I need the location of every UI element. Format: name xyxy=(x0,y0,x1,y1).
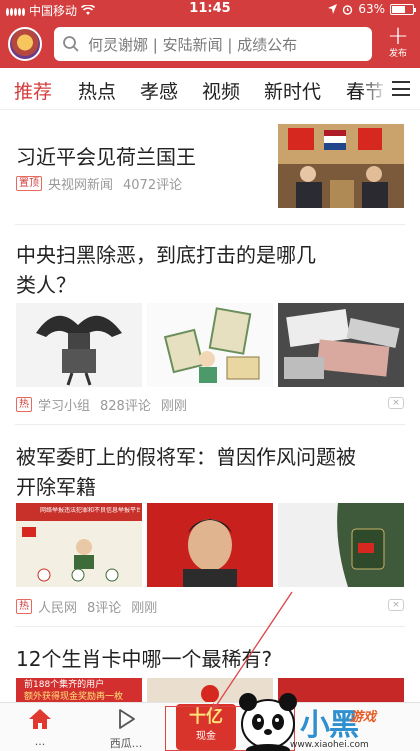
article-thumbnail[interactable] xyxy=(147,503,273,587)
menu-icon[interactable] xyxy=(392,81,410,96)
article-thumbnail[interactable] xyxy=(278,503,404,587)
article-source: 央视网新闻 xyxy=(48,178,114,193)
header: 何灵谢娜 | 安陆新闻 | 成绩公布 + 发布 xyxy=(0,20,420,68)
tab-recommend[interactable]: 推荐 xyxy=(14,77,52,104)
search-input[interactable]: 何灵谢娜 | 安陆新闻 | 成绩公布 xyxy=(54,27,372,61)
thumbnail-banner-text: 网络举报违法犯罪和不良信息举报平台 xyxy=(40,507,140,514)
divider xyxy=(15,424,405,425)
article-title[interactable]: 习近平会见荷兰国王 xyxy=(16,142,196,172)
home-icon xyxy=(29,709,51,729)
nav-video[interactable]: 西瓜... xyxy=(98,708,154,751)
avatar[interactable] xyxy=(8,27,42,61)
watermark-subtitle: 游戏 xyxy=(350,710,377,725)
article-thumbnail[interactable] xyxy=(16,303,142,387)
article-time: 刚刚 xyxy=(131,601,158,616)
article-meta: 热 人民网 8评论 刚刚 xyxy=(16,597,167,616)
hot-badge: 热 xyxy=(16,397,32,412)
channel-tabs: 推荐 热点 孝感 视频 新时代 春节 xyxy=(0,68,420,110)
tab-xiaogan[interactable]: 孝感 xyxy=(140,77,178,104)
dismiss-button[interactable]: × xyxy=(388,599,404,611)
article-title-line: 被军委盯上的假将军：曾因作风问题被 xyxy=(16,445,356,469)
article-source: 人民网 xyxy=(38,601,78,616)
ad-thumbnail[interactable]: 前188个集齐的用户 额外获得现金奖励再一枚 xyxy=(16,678,142,704)
tab-hot[interactable]: 热点 xyxy=(78,77,116,104)
tabs-fade xyxy=(360,68,388,109)
nav-home[interactable]: ... xyxy=(22,708,58,748)
article-title-line: 开除军籍 xyxy=(16,475,96,499)
plus-icon: + xyxy=(387,21,409,51)
battery-icon xyxy=(390,3,416,15)
hot-badge: 热 xyxy=(16,599,32,614)
article-title[interactable]: 被军委盯上的假将军：曾因作风问题被 开除军籍 xyxy=(16,442,356,502)
article-title-line: 类人？ xyxy=(16,273,76,297)
article-source: 学习小组 xyxy=(38,399,91,414)
location-icon xyxy=(328,4,338,14)
article-meta: 置顶 央视网新闻 4072评论 xyxy=(16,174,192,193)
alarm-icon xyxy=(343,4,353,15)
article-title-line: 中央扫黑除恶，到底打击的是哪几 xyxy=(16,243,316,267)
nav-video-label: 西瓜... xyxy=(109,737,143,750)
article-thumbnail[interactable] xyxy=(147,303,273,387)
article-thumbnail[interactable] xyxy=(278,303,404,387)
article-thumbnail[interactable]: 网络举报违法犯罪和不良信息举报平台 xyxy=(16,503,142,587)
nav-home-label: ... xyxy=(34,735,46,748)
dismiss-button[interactable]: × xyxy=(388,397,404,409)
article-comments: 4072评论 xyxy=(123,178,183,193)
watermark-url: www.xiaohei.com xyxy=(290,740,369,750)
tab-video[interactable]: 视频 xyxy=(202,77,240,104)
tab-new-era[interactable]: 新时代 xyxy=(264,77,321,104)
ad-text: 前188个集齐的用户 xyxy=(24,680,105,690)
article-thumbnail[interactable] xyxy=(278,124,404,208)
divider xyxy=(15,224,405,225)
play-icon xyxy=(119,709,135,729)
battery-percent: 63% xyxy=(358,2,385,16)
search-placeholder: 何灵谢娜 | 安陆新闻 | 成绩公布 xyxy=(88,35,298,54)
article-title[interactable]: 12个生肖卡中哪一个最稀有? xyxy=(16,644,272,674)
status-bar: 中国移动 11:45 63% xyxy=(0,0,420,20)
publish-button[interactable]: + 发布 xyxy=(382,21,414,60)
article-comments: 8评论 xyxy=(87,601,122,616)
article-comments: 828评论 xyxy=(100,399,151,414)
search-icon xyxy=(63,36,79,52)
article-title[interactable]: 中央扫黑除恶，到底打击的是哪几 类人？ xyxy=(16,240,316,300)
article-time: 刚刚 xyxy=(160,399,187,414)
pinned-badge: 置顶 xyxy=(16,176,42,191)
article-meta: 热 学习小组 828评论 刚刚 xyxy=(16,395,197,414)
divider xyxy=(15,626,405,627)
